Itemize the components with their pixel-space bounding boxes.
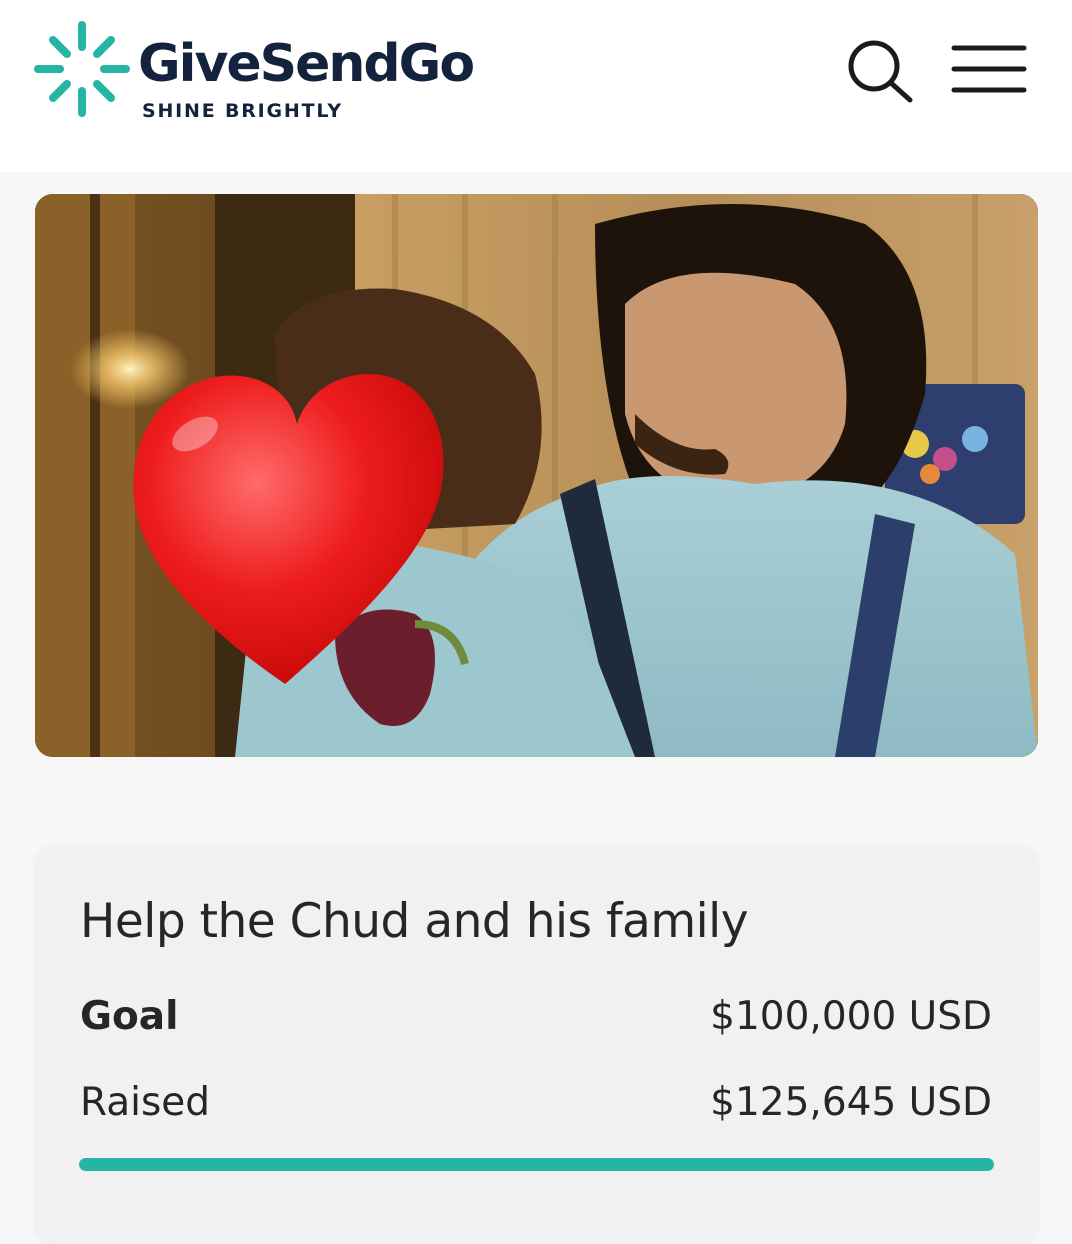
logo-tagline: SHINE BRIGHTLY (142, 100, 343, 122)
hamburger-menu-icon (951, 45, 1027, 93)
givesendgo-logo[interactable]: GiveSendGo SHINE BRIGHTLY (34, 20, 514, 130)
funding-progress-fill (79, 1158, 994, 1171)
logo-wordmark: GiveSendGo (138, 34, 475, 94)
search-icon (848, 40, 913, 103)
goal-label: Goal (80, 994, 179, 1039)
site-header: GiveSendGo SHINE BRIGHTLY (0, 0, 1072, 172)
raised-label: Raised (80, 1080, 211, 1125)
campaign-photo-illustration (35, 194, 1038, 757)
campaign-summary-card: Help the Chud and his family Goal $100,0… (35, 844, 1038, 1244)
search-button[interactable] (842, 36, 918, 106)
sparkle-logo-icon (34, 21, 130, 117)
raised-amount: $125,645 USD (710, 1080, 992, 1125)
campaign-photo[interactable] (35, 194, 1038, 757)
goal-amount: $100,000 USD (710, 994, 992, 1039)
menu-button[interactable] (946, 38, 1032, 102)
campaign-title: Help the Chud and his family (80, 894, 749, 949)
funding-progress-bar (79, 1158, 994, 1171)
